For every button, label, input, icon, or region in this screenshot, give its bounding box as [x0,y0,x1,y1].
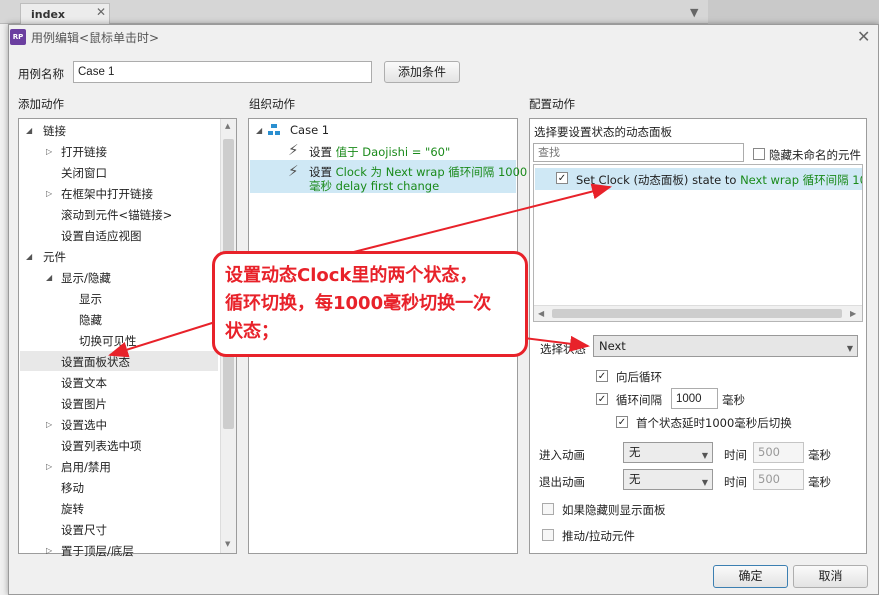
annotation-callout: 设置动态Clock里的两个状态， 循环切换，每1000毫秒切换一次 状态； [212,251,528,357]
arrow-to-panel-item [329,183,612,259]
annotation-line-3: 状态； [225,321,279,342]
arrow-to-set-panel-state [108,317,229,358]
annotation-line-2: 循环切换，每1000毫秒切换一次 [225,293,492,314]
annotation-line-1: 设置动态Clock里的两个状态， [225,265,478,286]
